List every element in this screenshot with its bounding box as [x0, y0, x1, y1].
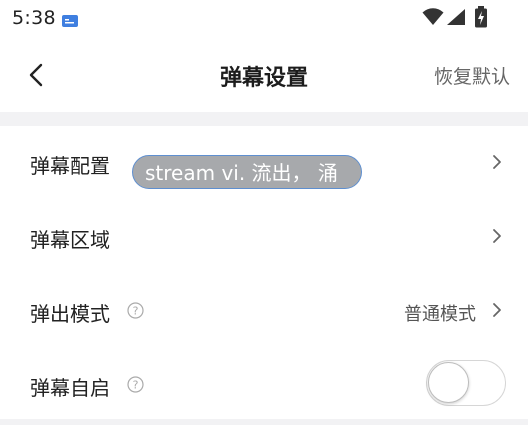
setting-label: 弹幕自启 — [30, 376, 110, 400]
bottom-divider — [0, 419, 528, 425]
chevron-right-icon — [492, 228, 502, 248]
header: 弹幕设置 恢复默认 — [0, 38, 528, 112]
status-bar: 5:38 — [0, 0, 528, 38]
chevron-right-icon — [492, 154, 502, 174]
signal-icon — [446, 8, 466, 30]
wifi-icon — [422, 8, 444, 30]
chevron-right-icon — [492, 302, 502, 322]
svg-text:?: ? — [133, 305, 139, 318]
help-circle-icon[interactable]: ? — [127, 376, 144, 397]
translation-overlay[interactable]: stream vi. 流出， 涌 — [132, 155, 362, 189]
popup-mode-value: 普通模式 — [404, 304, 476, 325]
autostart-toggle[interactable] — [426, 360, 506, 406]
toggle-knob — [428, 362, 469, 403]
setting-row-popup-mode[interactable]: 弹出模式 ? 普通模式 — [0, 274, 528, 348]
restore-default-button[interactable]: 恢复默认 — [434, 62, 510, 89]
setting-label: 弹幕配置 — [30, 154, 110, 178]
setting-label: 弹幕区域 — [30, 228, 110, 252]
battery-charging-icon — [474, 6, 488, 32]
section-divider — [0, 112, 528, 126]
status-time: 5:38 — [12, 7, 56, 29]
svg-text:?: ? — [133, 379, 139, 392]
notification-icon — [62, 12, 78, 31]
setting-row-danmaku-area[interactable]: 弹幕区域 — [0, 200, 528, 274]
help-circle-icon[interactable]: ? — [127, 302, 144, 323]
setting-label: 弹出模式 — [30, 302, 110, 326]
